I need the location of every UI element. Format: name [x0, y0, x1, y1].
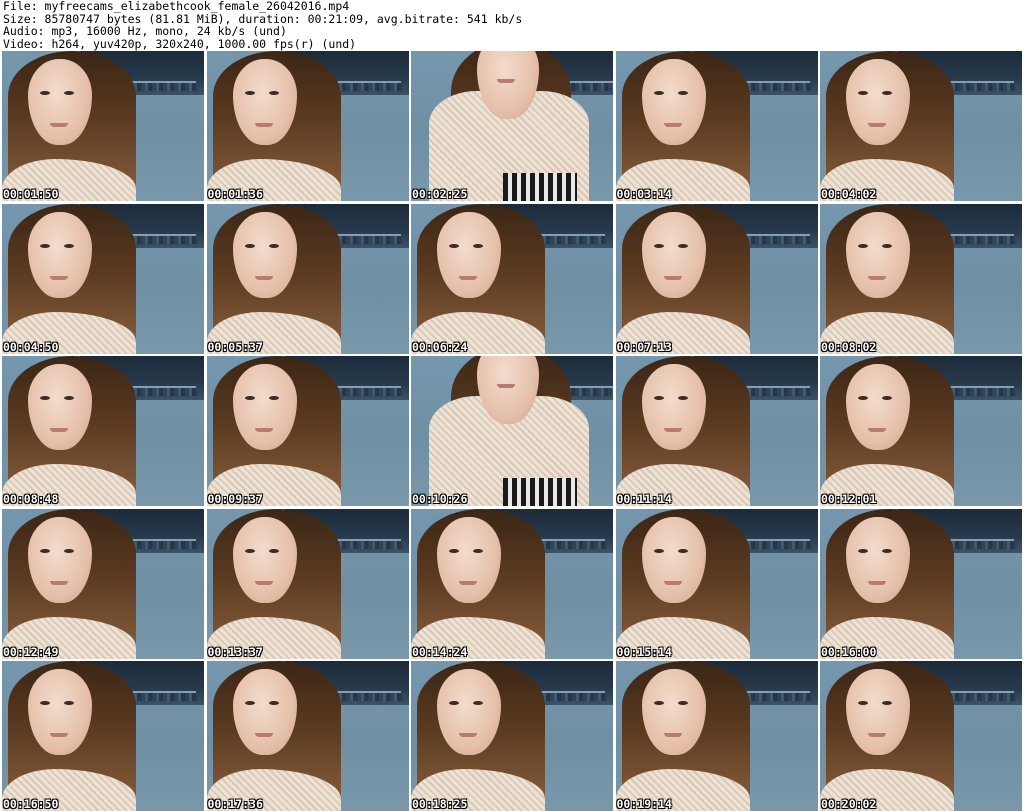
thumbnail-timestamp: 00:08:02 [821, 339, 877, 354]
video-thumbnail: 00:03:14 [615, 51, 818, 201]
video-thumbnail: 00:01:50 [2, 51, 204, 201]
video-thumbnail: 00:14:24 [411, 508, 613, 659]
thumbnail-frame-image [820, 356, 1022, 506]
video-thumbnail: 00:20:02 [820, 661, 1022, 811]
thumbnail-frame-image [411, 661, 613, 811]
video-thumbnail: 00:19:14 [615, 661, 818, 811]
thumbnail-timestamp: 00:09:37 [207, 492, 263, 506]
thumbnail-frame-image [206, 356, 409, 506]
audio-info-line: Audio: mp3, 16000 Hz, mono, 24 kb/s (und… [3, 24, 287, 38]
thumbnail-timestamp: 00:11:14 [616, 492, 672, 506]
thumbnail-frame-image [2, 661, 204, 811]
video-thumbnail: 00:01:36 [206, 51, 409, 201]
video-thumbnail: 00:07:13 [615, 203, 818, 354]
thumbnail-frame-image [206, 51, 409, 201]
thumbnail-frame-image [411, 203, 613, 354]
thumbnail-frame-image [411, 508, 613, 659]
video-thumbnail: 00:17:36 [206, 661, 409, 811]
thumbnail-timestamp: 00:20:02 [821, 797, 877, 811]
video-thumbnail: 00:02:25 [411, 51, 613, 201]
thumbnail-timestamp: 00:05:37 [207, 339, 263, 354]
thumbnail-timestamp: 00:15:14 [616, 644, 672, 659]
thumbnail-frame-image [615, 203, 818, 354]
video-thumbnail: 00:12:49 [2, 508, 204, 659]
thumbnail-timestamp: 00:01:50 [3, 187, 59, 201]
thumbnail-frame-image [206, 661, 409, 811]
video-thumbnail: 00:15:14 [615, 508, 818, 659]
thumbnail-frame-image [2, 203, 204, 354]
thumbnail-timestamp: 00:18:25 [412, 797, 468, 811]
thumbnail-frame-image [411, 51, 613, 201]
thumbnail-frame-image [820, 51, 1022, 201]
file-name-line: File: myfreecams_elizabethcook_female_26… [3, 0, 350, 13]
video-thumbnail: 00:05:37 [206, 203, 409, 354]
video-thumbnail: 00:08:02 [820, 203, 1022, 354]
thumbnail-frame-image [2, 356, 204, 506]
thumbnail-timestamp: 00:07:13 [616, 339, 672, 354]
video-thumbnail: 00:13:37 [206, 508, 409, 659]
thumbnail-timestamp: 00:17:36 [207, 797, 263, 811]
thumbnail-frame-image [2, 51, 204, 201]
video-thumbnail: 00:06:24 [411, 203, 613, 354]
thumbnail-frame-image [615, 51, 818, 201]
thumbnail-frame-image [820, 661, 1022, 811]
thumbnail-frame-image [206, 508, 409, 659]
thumbnail-timestamp: 00:04:50 [3, 339, 59, 354]
video-thumbnail: 00:11:14 [615, 356, 818, 506]
video-thumbnail: 00:08:48 [2, 356, 204, 506]
video-thumbnail: 00:16:00 [820, 508, 1022, 659]
thumbnail-frame-image [615, 661, 818, 811]
thumbnail-timestamp: 00:01:36 [207, 187, 263, 201]
thumbnail-frame-image [615, 508, 818, 659]
video-thumbnail: 00:10:26 [411, 356, 613, 506]
thumbnail-timestamp: 00:13:37 [207, 644, 263, 659]
thumbnail-frame-image [615, 356, 818, 506]
thumbnail-timestamp: 00:19:14 [616, 797, 672, 811]
video-thumbnail: 00:16:50 [2, 661, 204, 811]
video-thumbnail: 00:04:50 [2, 203, 204, 354]
thumbnail-grid: 00:01:50 00:01:36 00:02:25 00:03:14 00:04:02… [2, 51, 1022, 811]
video-thumbnail: 00:12:01 [820, 356, 1022, 506]
video-thumbnail: 00:18:25 [411, 661, 613, 811]
thumbnail-timestamp: 00:12:01 [821, 492, 877, 506]
thumbnail-timestamp: 00:08:48 [3, 492, 59, 506]
file-info-header: File: myfreecams_elizabethcook_female_26… [3, 0, 1021, 50]
thumbnail-frame-image [820, 203, 1022, 354]
video-thumbnail: 00:09:37 [206, 356, 409, 506]
thumbnail-timestamp: 00:02:25 [412, 187, 468, 201]
thumbnail-timestamp: 00:12:49 [3, 644, 59, 659]
thumbnail-timestamp: 00:04:02 [821, 187, 877, 201]
thumbnail-timestamp: 00:03:14 [616, 187, 672, 201]
thumbnail-frame-image [206, 203, 409, 354]
thumbnail-timestamp: 00:06:24 [412, 339, 468, 354]
thumbnail-frame-image [820, 508, 1022, 659]
video-thumbnail: 00:04:02 [820, 51, 1022, 201]
thumbnail-frame-image [411, 356, 613, 506]
thumbnail-timestamp: 00:14:24 [412, 644, 468, 659]
thumbnail-timestamp: 00:16:50 [3, 797, 59, 811]
thumbnail-timestamp: 00:10:26 [412, 492, 468, 506]
thumbnail-timestamp: 00:16:00 [821, 644, 877, 659]
thumbnail-frame-image [2, 508, 204, 659]
video-info-line: Video: h264, yuv420p, 320x240, 1000.00 f… [3, 36, 357, 51]
